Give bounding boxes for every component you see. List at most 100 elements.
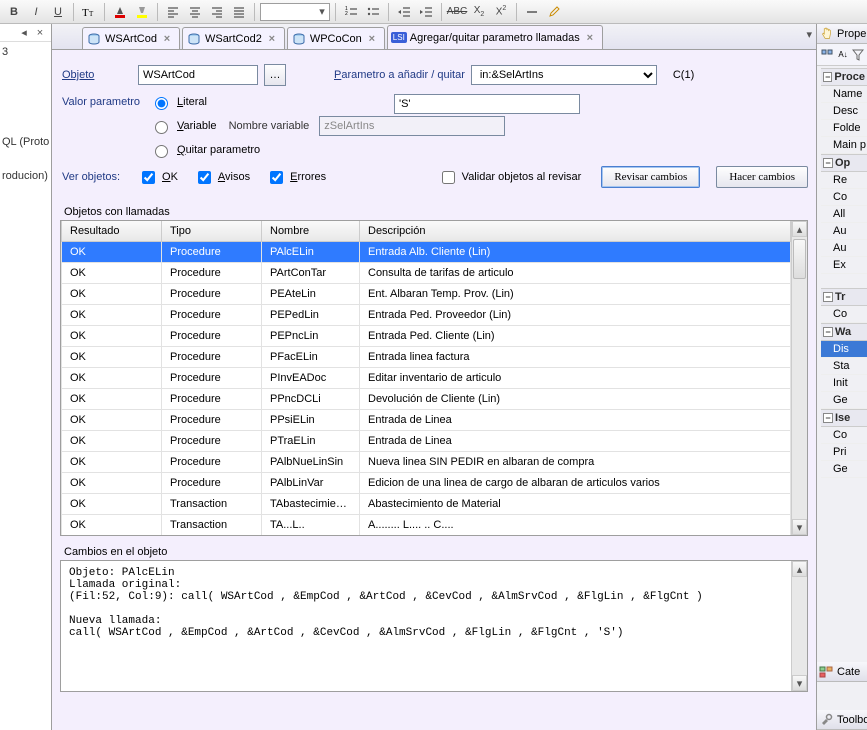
variable-radio[interactable] (155, 121, 168, 134)
property-row[interactable]: Dis (821, 341, 867, 358)
tab-close-button[interactable]: × (161, 33, 173, 45)
property-row[interactable]: Au (821, 223, 867, 240)
property-row[interactable]: Ge (821, 392, 867, 409)
font-combo[interactable]: ▾ (260, 3, 330, 21)
property-row[interactable]: Name (821, 86, 867, 103)
ise-group[interactable]: −Ise (821, 409, 867, 427)
op-group[interactable]: −Op (821, 154, 867, 172)
property-row[interactable]: Co (821, 427, 867, 444)
parametro-select[interactable]: in:&SelArtIns (471, 65, 657, 85)
justify-button[interactable] (229, 2, 249, 22)
font-size-button[interactable]: TT (79, 2, 99, 22)
proc-group[interactable]: −Proce (821, 68, 867, 86)
highlight-button[interactable] (132, 2, 152, 22)
superscript-button[interactable]: X2 (491, 2, 511, 22)
table-row[interactable]: OKProcedurePEPncLinEntrada Ped. Cliente … (62, 325, 791, 346)
property-row[interactable]: Ge (821, 461, 867, 478)
tab-0[interactable]: WSArtCod× (82, 27, 180, 49)
left-panel-prev-button[interactable]: ◂ (17, 26, 31, 40)
table-row[interactable]: OKProcedurePPncDCLiDevolución de Cliente… (62, 388, 791, 409)
table-row[interactable]: OKProcedurePEPedLinEntrada Ped. Proveedo… (62, 304, 791, 325)
changes-text[interactable]: Objeto: PAlcELin Llamada original: (Fil:… (61, 561, 791, 691)
column-header[interactable]: Tipo (162, 221, 262, 241)
tr-group[interactable]: −Tr (821, 288, 867, 306)
tab-close-button[interactable]: × (266, 33, 278, 45)
objeto-input[interactable] (138, 65, 258, 85)
ordered-list-button[interactable]: 12 (341, 2, 361, 22)
outdent-button[interactable] (394, 2, 414, 22)
property-row[interactable]: Desc (821, 103, 867, 120)
tab-close-button[interactable]: × (584, 32, 596, 44)
property-row[interactable]: Ex (821, 257, 867, 274)
column-header[interactable]: Descripción (360, 221, 791, 241)
quitar-radio[interactable] (155, 145, 168, 158)
alphabetize-button[interactable]: A↓ (837, 47, 849, 63)
subscript-button[interactable]: X2 (469, 2, 489, 22)
table-row[interactable]: OKProcedurePAlcELinEntrada Alb. Cliente … (62, 241, 791, 262)
left-panel-close-button[interactable]: × (33, 26, 47, 40)
hacer-button[interactable]: Hacer cambios (716, 166, 808, 188)
left-item[interactable]: 3 (2, 46, 49, 58)
table-row[interactable]: OKProcedurePTraELinEntrada de Linea (62, 430, 791, 451)
objeto-browse-button[interactable]: … (264, 64, 286, 86)
table-row[interactable]: OKProcedurePArtConTarConsulta de tarifas… (62, 262, 791, 283)
results-grid[interactable]: ResultadoTipoNombreDescripción OKProcedu… (61, 221, 791, 535)
literal-input[interactable] (394, 94, 580, 114)
property-row[interactable]: Sta (821, 358, 867, 375)
property-row[interactable]: Au (821, 240, 867, 257)
property-row[interactable]: Co (821, 306, 867, 323)
property-row[interactable]: All (821, 206, 867, 223)
scroll-thumb[interactable] (793, 239, 806, 279)
align-center-button[interactable] (185, 2, 205, 22)
property-row[interactable]: Re (821, 172, 867, 189)
align-left-button[interactable] (163, 2, 183, 22)
changes-scroll-up[interactable]: ▴ (792, 561, 807, 577)
table-row[interactable]: OKProcedurePFacELinEntrada linea factura (62, 346, 791, 367)
hr-button[interactable] (522, 2, 542, 22)
errores-checkbox[interactable] (270, 171, 283, 184)
table-row[interactable]: OKProcedurePPsiELinEntrada de Linea (62, 409, 791, 430)
toolbox-header[interactable]: Toolbo (817, 710, 867, 730)
changes-scroll-down[interactable]: ▾ (792, 675, 807, 691)
properties-header[interactable]: Propert (817, 24, 867, 44)
property-row[interactable]: Init (821, 375, 867, 392)
table-row[interactable]: OKTransactionTA...L..A........ L.... .. … (62, 514, 791, 535)
strikethrough-button[interactable]: ABC (447, 2, 467, 22)
ok-checkbox[interactable] (142, 171, 155, 184)
property-row[interactable]: Main p (821, 137, 867, 154)
table-row[interactable]: OKTransactionTAbastecimientoAbastecimien… (62, 493, 791, 514)
tab-2[interactable]: WPCoCon× (287, 27, 385, 49)
left-item[interactable]: QL (Prototip (2, 136, 49, 148)
property-row[interactable]: Co (821, 189, 867, 206)
align-right-button[interactable] (207, 2, 227, 22)
scroll-up-button[interactable]: ▴ (792, 221, 807, 237)
table-row[interactable]: OKProcedurePAlbNueLinSinNueva linea SIN … (62, 451, 791, 472)
tab-strip-menu[interactable]: ▾ (806, 28, 812, 41)
grid-scrollbar[interactable]: ▴ ▾ (791, 221, 807, 535)
tab-close-button[interactable]: × (366, 33, 378, 45)
property-row[interactable]: Pri (821, 444, 867, 461)
scroll-down-button[interactable]: ▾ (792, 519, 807, 535)
property-row[interactable]: Folde (821, 120, 867, 137)
column-header[interactable]: Resultado (62, 221, 162, 241)
literal-radio[interactable] (155, 97, 168, 110)
table-row[interactable]: OKProcedurePInvEADocEditar inventario de… (62, 367, 791, 388)
tab-3[interactable]: LSIAgregar/quitar parametro llamadas× (387, 25, 603, 49)
wa-group[interactable]: −Wa (821, 323, 867, 341)
column-header[interactable]: Nombre (262, 221, 360, 241)
underline-button[interactable]: U (48, 2, 68, 22)
italic-button[interactable]: I (26, 2, 46, 22)
edit-button[interactable] (544, 2, 564, 22)
unordered-list-button[interactable] (363, 2, 383, 22)
categorize-button[interactable] (819, 47, 835, 63)
table-row[interactable]: OKProcedurePAlbLinVarEdicion de una line… (62, 472, 791, 493)
categories-header[interactable]: Cate (817, 662, 867, 682)
font-color-button[interactable] (110, 2, 130, 22)
indent-button[interactable] (416, 2, 436, 22)
avisos-checkbox[interactable] (198, 171, 211, 184)
validar-checkbox[interactable] (442, 171, 455, 184)
bold-button[interactable]: B (4, 2, 24, 22)
left-item[interactable]: roducion) (2, 170, 49, 182)
revisar-button[interactable]: Revisar cambios (601, 166, 700, 188)
changes-scrollbar[interactable]: ▴ ▾ (791, 561, 807, 691)
